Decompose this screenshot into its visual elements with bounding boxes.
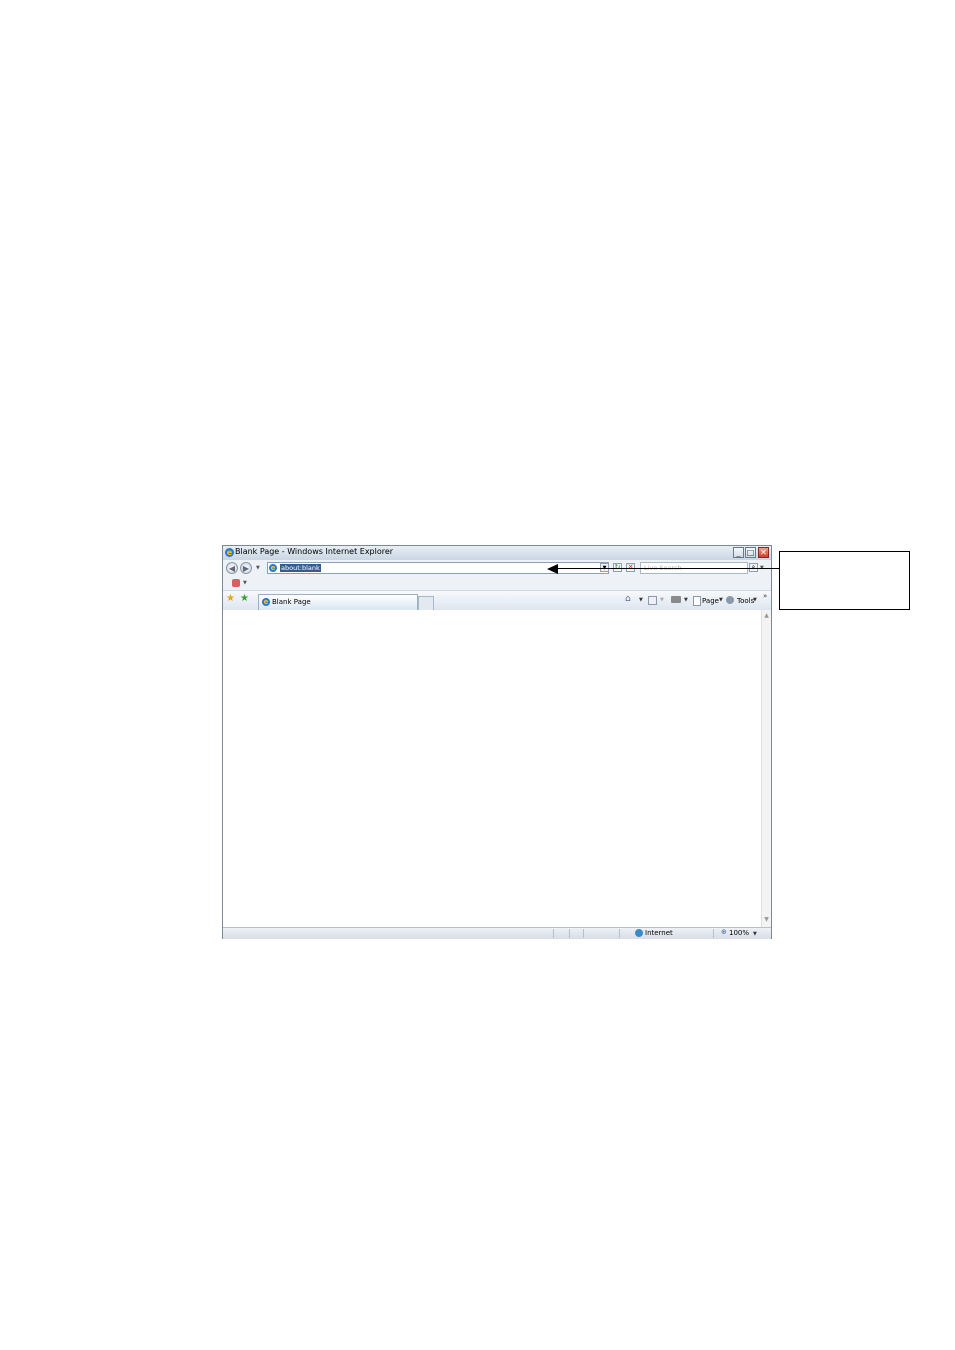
globe-icon [635,929,643,937]
chevron-down-icon[interactable]: ▼ [753,597,757,603]
forward-button[interactable]: ▶ [240,562,252,574]
favorites-and-tabs-bar: ★ ★ e Blank Page ⌂ ▼ ▼ ▼ Page ▼ Tools ▼ … [223,591,771,611]
browser-window: e Blank Page - Windows Internet Explorer… [222,545,772,939]
ie-logo-icon: e [225,548,234,557]
status-divider [619,929,620,938]
feeds-icon[interactable] [648,596,657,605]
tab-blank-page[interactable]: e Blank Page [258,594,418,610]
add-favorites-icon[interactable]: ★ [240,594,249,604]
forward-arrow-icon: ▶ [242,564,250,573]
scroll-up-icon[interactable]: ▲ [763,612,770,619]
minimize-button[interactable]: _ [733,547,744,558]
scroll-down-icon[interactable]: ▼ [763,916,770,923]
chevron-down-icon[interactable]: ▼ [639,597,643,603]
zoom-level[interactable]: 100% [729,929,749,937]
print-icon[interactable] [671,596,681,603]
back-button[interactable]: ◀ [226,562,238,574]
chevron-down-icon: ▼ [660,597,664,603]
new-tab-button[interactable] [418,596,434,610]
command-bar: ▼ [223,576,771,591]
callout-arrowhead [547,564,558,574]
chevron-down-icon[interactable]: ▼ [753,931,757,937]
page-content-area[interactable] [223,610,761,927]
window-title: Blank Page - Windows Internet Explorer [235,547,394,556]
zoom-icon: ⊕ [721,928,727,936]
status-divider [569,929,570,938]
page-menu-icon [693,596,701,606]
status-divider [553,929,554,938]
vertical-scrollbar[interactable]: ▲ ▼ [761,610,771,927]
translate-icon[interactable] [232,579,240,587]
status-divider [583,929,584,938]
recent-pages-dropdown-icon[interactable]: ▼ [256,565,260,571]
close-button[interactable]: ✕ [758,547,769,558]
callout-box [779,551,910,610]
tab-page-icon: e [262,598,270,606]
refresh-icon: ↻ [614,563,621,571]
callout-line [557,568,779,569]
gear-icon [726,596,734,604]
tab-label: Blank Page [272,598,311,606]
favorites-star-icon[interactable]: ★ [226,594,235,604]
maximize-button[interactable]: □ [745,547,756,558]
address-input[interactable]: about:blank [280,564,321,572]
home-icon[interactable]: ⌂ [625,595,631,604]
status-divider [713,929,714,938]
search-icon: ⌕ [751,563,756,571]
chevron-down-icon[interactable]: ▼ [719,597,723,603]
tools-menu-label[interactable]: Tools [737,597,754,605]
chevron-down-icon[interactable]: ▼ [684,597,688,603]
page-icon: e [269,564,277,572]
back-arrow-icon: ◀ [228,564,236,573]
title-bar[interactable]: e Blank Page - Windows Internet Explorer… [223,546,771,560]
page-menu-label[interactable]: Page [702,597,719,605]
stop-icon: ✕ [627,563,634,571]
chevron-down-icon[interactable]: ▼ [243,580,247,586]
toolbar-overflow-icon[interactable]: » [763,592,767,600]
status-bar: Internet ⊕ 100% ▼ [223,927,771,939]
security-zone-label: Internet [645,929,673,937]
